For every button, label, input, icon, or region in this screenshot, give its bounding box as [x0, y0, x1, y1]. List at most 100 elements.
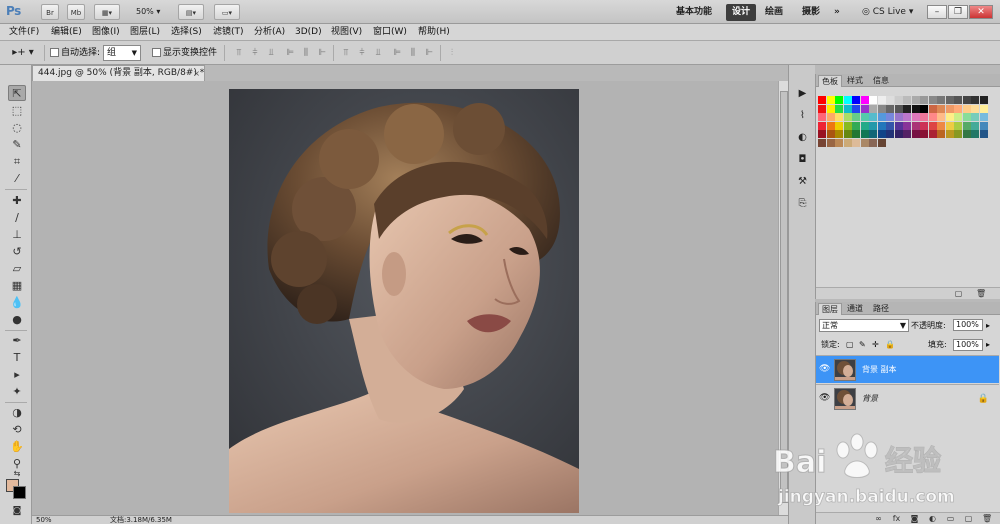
lock-all-icon[interactable]: 🔒 — [885, 338, 895, 351]
swatch-cell[interactable] — [886, 130, 894, 138]
fill-input[interactable]: 100% — [953, 339, 983, 351]
show-transform-checkbox[interactable] — [152, 48, 161, 57]
swatch-cell[interactable] — [945, 121, 954, 130]
zoom-dropdown[interactable]: 50% ▾ — [136, 5, 160, 19]
lasso-tool-icon[interactable]: ◌ — [8, 120, 26, 136]
swatch-cell[interactable] — [945, 104, 954, 113]
swatch-cell[interactable] — [860, 113, 869, 121]
new-group-icon[interactable]: ▭ — [946, 514, 955, 523]
swatch-cell[interactable] — [928, 96, 937, 104]
swatch-cell[interactable] — [877, 130, 886, 138]
fill-stepper[interactable]: ▸ — [986, 338, 990, 351]
swatch-cell[interactable] — [826, 121, 835, 130]
swatch-cell[interactable] — [920, 104, 928, 113]
tab-info[interactable]: 信息 — [870, 75, 892, 87]
swatch-cell[interactable] — [945, 113, 954, 121]
close-window-button[interactable]: ✕ — [969, 5, 993, 19]
swatch-cell[interactable] — [911, 104, 920, 113]
swatch-cell[interactable] — [971, 113, 979, 121]
background-color-swatch[interactable] — [13, 486, 26, 499]
distribute-vcenter-icon[interactable]: ⫩ — [356, 47, 368, 59]
swatch-cell[interactable] — [835, 96, 843, 104]
swatch-cell[interactable] — [903, 96, 911, 104]
lock-pixels-icon[interactable]: ✎ — [859, 338, 866, 351]
swatch-cell[interactable] — [835, 130, 843, 138]
swatch-cell[interactable] — [979, 113, 988, 121]
opacity-stepper[interactable]: ▸ — [986, 319, 990, 332]
hand-tool-icon[interactable]: ✋ — [8, 439, 26, 455]
eyedropper-tool-icon[interactable]: ⁄ — [8, 171, 26, 187]
swatch-cell[interactable] — [903, 130, 911, 138]
swatch-cell[interactable] — [937, 104, 945, 113]
document-canvas-area[interactable] — [32, 81, 778, 515]
swatch-cell[interactable] — [954, 104, 962, 113]
history-panel-icon[interactable]: ⌇ — [795, 109, 810, 123]
swatch-cell[interactable] — [886, 96, 894, 104]
restore-button[interactable]: ❐ — [948, 5, 968, 19]
swatch-cell[interactable] — [954, 96, 962, 104]
opacity-input[interactable]: 100% — [953, 319, 983, 331]
swatch-cell[interactable] — [971, 96, 979, 104]
align-bottom-icon[interactable]: ⫫ — [265, 47, 277, 59]
swatch-cell[interactable] — [869, 121, 877, 130]
swatch-cell[interactable] — [928, 130, 937, 138]
workspace-photography[interactable]: 摄影 — [796, 4, 826, 21]
swatch-cell[interactable] — [843, 121, 852, 130]
tool-preset-picker[interactable]: ▸+ ▾ — [10, 47, 36, 59]
path-selection-tool-icon[interactable]: ▸ — [8, 367, 26, 383]
swatch-cell[interactable] — [877, 96, 886, 104]
bridge-button[interactable]: Br — [41, 4, 59, 20]
swatch-cell[interactable] — [835, 121, 843, 130]
swatch-cell[interactable] — [860, 96, 869, 104]
swatch-cell[interactable] — [826, 113, 835, 121]
new-swatch-icon[interactable]: ▢ — [954, 289, 963, 298]
swatch-cell[interactable] — [869, 138, 877, 147]
swatch-cell[interactable] — [852, 113, 860, 121]
swatch-cell[interactable] — [894, 104, 903, 113]
swatch-cell[interactable] — [843, 130, 852, 138]
gradient-tool-icon[interactable]: ▦ — [8, 278, 26, 294]
auto-align-layers-icon[interactable]: ⫶ — [446, 47, 458, 59]
swatch-cell[interactable] — [954, 113, 962, 121]
marquee-tool-icon[interactable]: ⬚ — [8, 103, 26, 119]
swatch-cell[interactable] — [826, 138, 835, 147]
swatch-cell[interactable] — [911, 130, 920, 138]
delete-layer-icon[interactable]: 🗑 — [982, 514, 992, 523]
swatch-cell[interactable] — [971, 104, 979, 113]
workspace-essentials[interactable]: 基本功能 — [670, 4, 718, 21]
dodge-tool-icon[interactable]: ● — [8, 312, 26, 328]
history-brush-tool-icon[interactable]: ↺ — [8, 244, 26, 260]
quick-mask-icon[interactable]: ◙ — [8, 503, 26, 519]
lock-position-icon[interactable]: ✛ — [872, 338, 879, 351]
menu-help[interactable]: 帮助(H) — [418, 26, 450, 39]
swatch-cell[interactable] — [818, 113, 826, 121]
distribute-top-icon[interactable]: ⫪ — [340, 47, 352, 59]
type-tool-icon[interactable]: T — [8, 350, 26, 366]
actions-panel-icon[interactable]: ▶ — [795, 87, 810, 101]
tab-styles[interactable]: 样式 — [844, 75, 866, 87]
workspace-painting[interactable]: 绘画 — [759, 4, 789, 21]
layer-row-background[interactable]: 👁 背景 🔒 — [816, 384, 999, 412]
add-mask-icon[interactable]: ◙ — [910, 514, 919, 523]
swatch-cell[interactable] — [945, 130, 954, 138]
3d-orbit-tool-icon[interactable]: ⟲ — [8, 422, 26, 438]
swatch-cell[interactable] — [835, 138, 843, 147]
swatch-cell[interactable] — [869, 113, 877, 121]
swatch-cell[interactable] — [852, 104, 860, 113]
swatch-cell[interactable] — [937, 113, 945, 121]
swatch-cell[interactable] — [852, 96, 860, 104]
screen-mode-button[interactable]: ▭▾ — [214, 4, 240, 20]
swatch-cell[interactable] — [911, 113, 920, 121]
swatch-cell[interactable] — [894, 130, 903, 138]
swatch-cell[interactable] — [826, 104, 835, 113]
swatch-cell[interactable] — [894, 121, 903, 130]
menu-view[interactable]: 视图(V) — [331, 26, 362, 39]
arrange-documents-button[interactable]: ▤▾ — [178, 4, 204, 20]
swatch-cell[interactable] — [852, 138, 860, 147]
swatch-cell[interactable] — [920, 96, 928, 104]
swatch-cell[interactable] — [843, 113, 852, 121]
swatch-cell[interactable] — [886, 121, 894, 130]
swatch-cell[interactable] — [826, 130, 835, 138]
swatch-cell[interactable] — [920, 130, 928, 138]
swatch-cell[interactable] — [928, 113, 937, 121]
